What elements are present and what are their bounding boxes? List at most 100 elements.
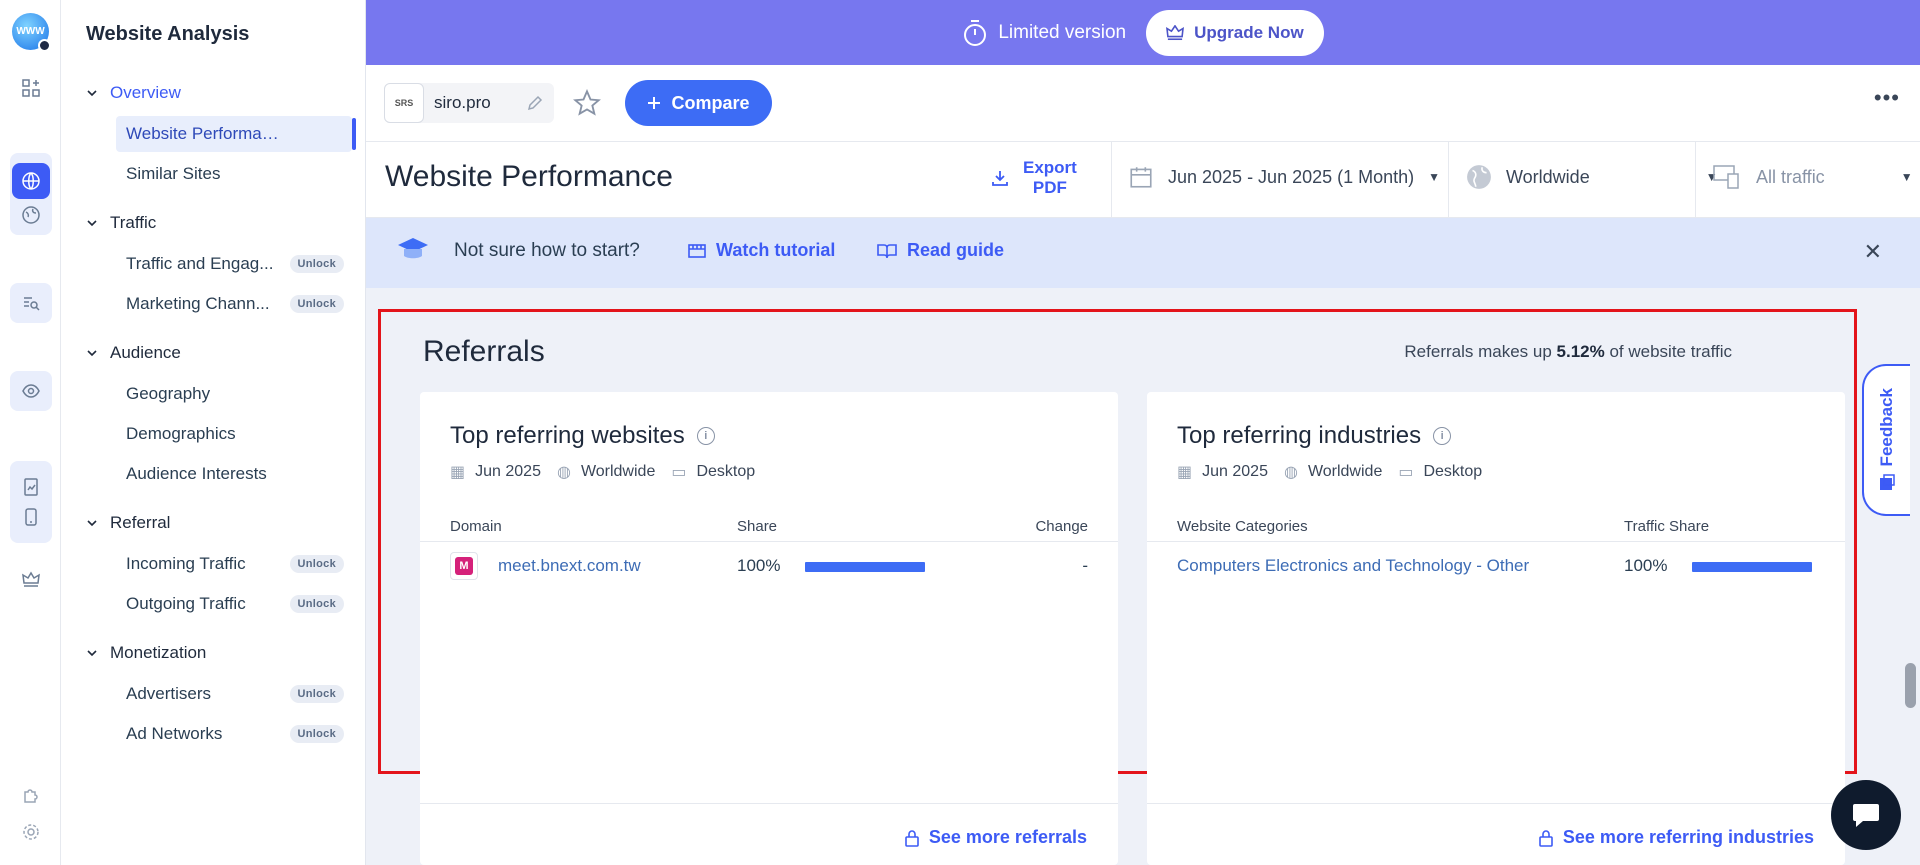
note-value: 5.12%	[1556, 342, 1605, 361]
site-name: siro.pro	[434, 93, 491, 112]
limited-version: Limited version	[962, 19, 1126, 47]
see-more-referrals-link[interactable]: See more referrals	[905, 827, 1087, 848]
puzzle-icon[interactable]	[10, 775, 52, 815]
sidebar-item-ad-networks[interactable]: Ad Networks Unlock	[116, 716, 352, 752]
desktop-icon: ▭	[671, 464, 687, 481]
feedback-label: Feedback	[1877, 387, 1896, 467]
unlock-badge: Unlock	[289, 255, 344, 273]
sidebar-item-audience-interests[interactable]: Audience Interests	[116, 456, 352, 492]
devices-icon	[1713, 165, 1739, 189]
world-analytics-icon[interactable]	[21, 205, 41, 225]
group-label: Referral	[110, 513, 171, 532]
icon-rail: WWW	[0, 0, 61, 865]
col-change[interactable]: Change	[1035, 518, 1088, 535]
col-domain[interactable]: Domain	[450, 518, 502, 535]
sidebar-item-demographics[interactable]: Demographics	[116, 416, 352, 452]
app-logo[interactable]: WWW	[12, 13, 51, 52]
mobile-icon[interactable]	[21, 507, 41, 527]
see-more-label: See more referring industries	[1562, 827, 1814, 847]
download-icon	[992, 171, 1008, 186]
see-more-referring-industries-link[interactable]: See more referring industries	[1539, 827, 1814, 848]
traffic-select[interactable]: All traffic ▼	[1712, 164, 1913, 190]
meta-region: Worldwide	[1307, 463, 1383, 480]
col-traffic-share[interactable]: Traffic Share	[1624, 518, 1709, 535]
sidebar-item-advertisers[interactable]: Advertisers Unlock	[116, 676, 352, 712]
info-icon[interactable]: i	[696, 427, 715, 445]
sidebar-group-monetization[interactable]: Monetization	[86, 643, 206, 663]
crown-icon[interactable]	[10, 559, 52, 599]
sidebar-group-traffic[interactable]: Traffic	[86, 213, 156, 233]
globe-icon: ◍	[556, 464, 571, 481]
col-category[interactable]: Website Categories	[1177, 518, 1308, 535]
meta-date: Jun 2025	[475, 463, 541, 480]
page-header: Website Performance Export PDF Jun 2025 -…	[366, 142, 1920, 218]
meta-device: Desktop	[1423, 463, 1483, 480]
unlock-badge: Unlock	[289, 595, 344, 613]
eye-icon[interactable]	[10, 371, 52, 411]
upgrade-now-button[interactable]: Upgrade Now	[1146, 9, 1324, 56]
chevron-down-icon	[87, 520, 97, 527]
close-icon[interactable]: ✕	[1864, 239, 1882, 265]
sidebar-item-incoming-traffic[interactable]: Incoming Traffic Unlock	[116, 546, 352, 582]
item-label: Advertisers	[126, 684, 212, 703]
compare-button[interactable]: Compare	[625, 80, 772, 126]
item-label: Traffic and Engag...	[126, 254, 274, 273]
share-bar	[805, 562, 925, 572]
limited-version-banner: Limited version Upgrade Now	[366, 0, 1920, 65]
referrals-title: Referrals	[423, 335, 545, 368]
sidebar-item-outgoing-traffic[interactable]: Outgoing Traffic Unlock	[116, 586, 352, 622]
feedback-icon	[1880, 474, 1895, 491]
table-header: Website Categories Traffic Share	[1147, 512, 1845, 542]
sidebar-item-website-performance[interactable]: Website Performance	[116, 116, 356, 152]
unlock-badge: Unlock	[289, 725, 344, 743]
card-title-text: Top referring industries	[1177, 422, 1422, 449]
chart-doc-icon[interactable]	[21, 477, 41, 497]
chat-button[interactable]	[1831, 780, 1901, 850]
dashboard-add-icon[interactable]	[10, 68, 52, 108]
more-options-icon[interactable]: •••	[1874, 87, 1900, 109]
card-title-text: Top referring websites	[450, 422, 685, 449]
col-share[interactable]: Share	[737, 518, 777, 535]
meta-device: Desktop	[696, 463, 756, 480]
sidebar-item-traffic-engagement[interactable]: Traffic and Engag... Unlock	[116, 246, 352, 282]
desktop-icon: ▭	[1398, 464, 1414, 481]
export-pdf-button[interactable]: Export PDF	[991, 158, 1077, 198]
industry-category-link[interactable]: Computers Electronics and Technology - O…	[1177, 556, 1529, 575]
date-range-picker[interactable]: Jun 2025 - Jun 2025 (1 Month) ▼	[1128, 164, 1440, 190]
site-chip[interactable]: SRS siro.pro	[384, 83, 554, 123]
scrollbar-thumb[interactable]	[1905, 663, 1916, 708]
compare-label: Compare	[671, 92, 750, 113]
top-referring-websites-card: Top referring websites i ▦ Jun 2025 ◍ World…	[420, 392, 1118, 865]
sidebar-group-referral[interactable]: Referral	[86, 513, 170, 533]
unlock-badge: Unlock	[289, 555, 344, 573]
pencil-icon[interactable]	[526, 94, 544, 112]
globe-icon: ◍	[1283, 464, 1298, 481]
referrer-domain-link[interactable]: meet.bnext.com.tw	[498, 556, 641, 575]
sidebar-item-marketing-channels[interactable]: Marketing Chann... Unlock	[116, 286, 352, 322]
lock-icon	[905, 829, 919, 847]
star-icon[interactable]	[573, 89, 601, 117]
note-suffix: of website traffic	[1609, 342, 1732, 361]
sidebar-item-similar-sites[interactable]: Similar Sites	[116, 156, 352, 192]
meta-region: Worldwide	[580, 463, 656, 480]
calendar-icon: ▦	[450, 464, 466, 481]
upgrade-label: Upgrade Now	[1194, 22, 1304, 42]
site-favicon: SRS	[384, 83, 424, 123]
sidebar-group-audience[interactable]: Audience	[86, 343, 181, 363]
watch-tutorial-link[interactable]: Watch tutorial	[688, 240, 835, 261]
globe-icon[interactable]	[12, 163, 50, 199]
item-label: Ad Networks	[126, 724, 223, 743]
settings-icon[interactable]	[10, 812, 52, 852]
card-meta: ▦ Jun 2025 ◍ Worldwide ▭ Desktop	[1177, 462, 1482, 482]
item-label: Audience Interests	[126, 464, 267, 483]
info-icon[interactable]: i	[1433, 427, 1452, 445]
item-label: Incoming Traffic	[126, 554, 246, 573]
keyword-research-icon[interactable]	[10, 283, 52, 323]
sidebar-group-overview[interactable]: Overview	[86, 83, 181, 103]
card-meta: ▦ Jun 2025 ◍ Worldwide ▭ Desktop	[450, 462, 755, 482]
read-guide-link[interactable]: Read guide	[877, 240, 1004, 261]
feedback-tab[interactable]: Feedback	[1862, 364, 1910, 516]
date-range-label: Jun 2025 - Jun 2025 (1 Month)	[1168, 166, 1415, 187]
sidebar-item-geography[interactable]: Geography	[116, 376, 352, 412]
region-select[interactable]: Worldwide ▼	[1466, 164, 1718, 190]
